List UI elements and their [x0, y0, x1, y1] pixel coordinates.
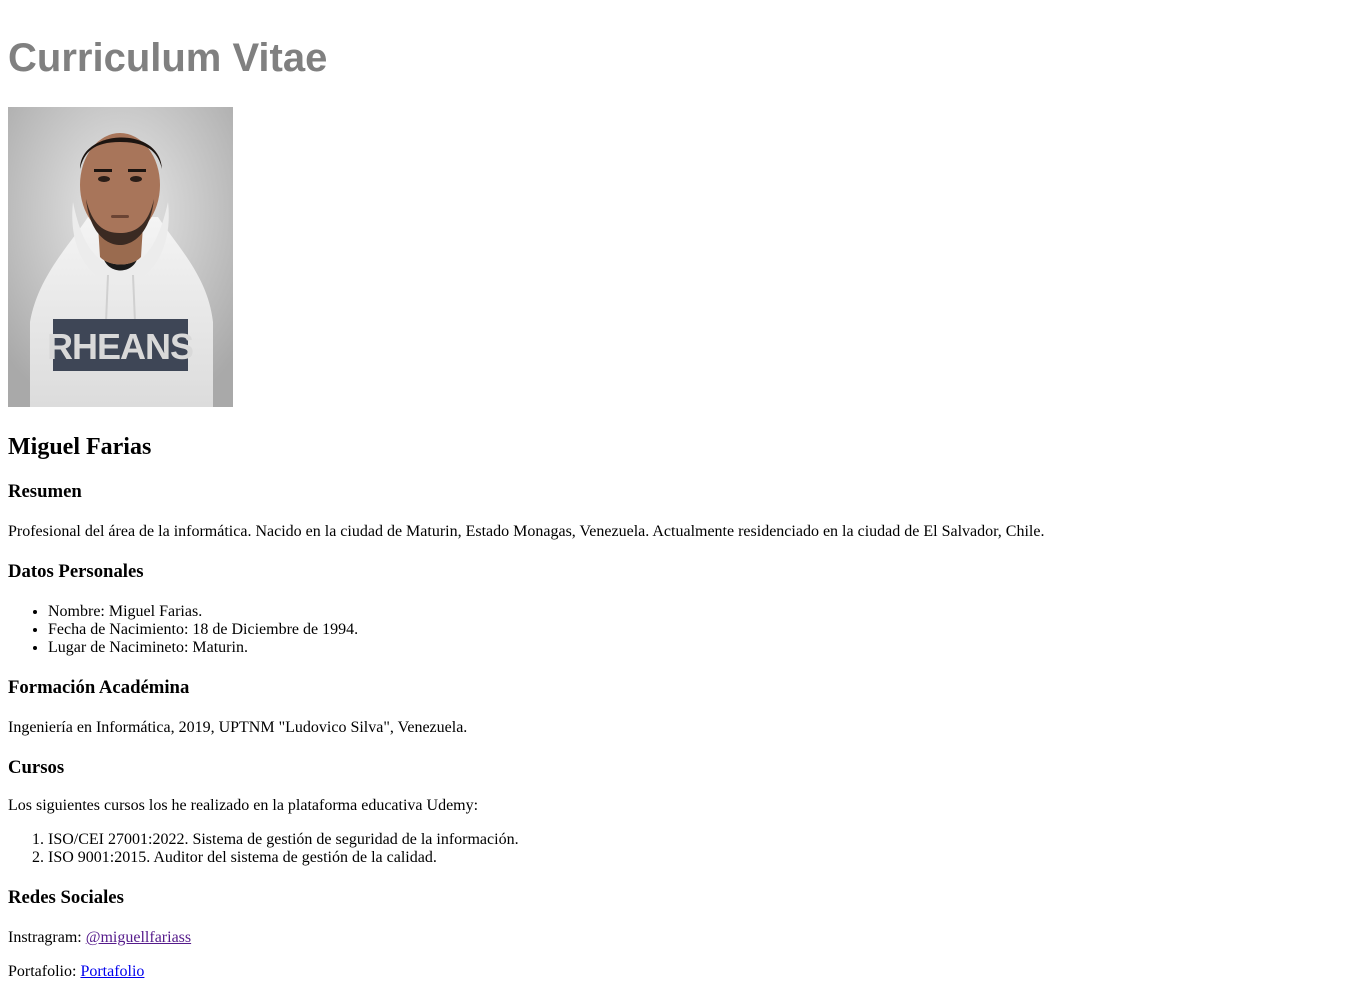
section-heading-cursos: Cursos	[8, 757, 65, 778]
list-item: Fecha de Nacimiento: 18 de Diciembre de …	[48, 621, 1358, 639]
list-item: ISO/CEI 27001:2022. Sistema de gestión d…	[48, 831, 1358, 849]
section-heading-redes: Redes Sociales	[8, 887, 124, 908]
instagram-line: Instragram: @miguellfariass	[8, 929, 1358, 947]
person-name: Miguel Farias	[8, 434, 152, 460]
list-item: ISO 9001:2015. Auditor del sistema de ge…	[48, 849, 1358, 867]
cursos-intro: Los siguientes cursos los he realizado e…	[8, 797, 479, 814]
portfolio-line: Portafolio: Portafolio	[8, 963, 1358, 981]
portfolio-label: Portafolio:	[8, 963, 81, 980]
instagram-link[interactable]: @miguellfariass	[86, 929, 191, 946]
profile-photo: RHEANS	[8, 107, 233, 407]
cursos-list: ISO/CEI 27001:2022. Sistema de gestión d…	[8, 831, 1358, 867]
cv-page: Curriculum Vitae RHEANS Miguel Farias Re…	[0, 0, 1366, 981]
section-heading-datos: Datos Personales	[8, 561, 144, 582]
section-heading-resumen: Resumen	[8, 481, 82, 502]
list-item: Lugar de Nacimineto: Maturin.	[48, 639, 1358, 657]
datos-list: Nombre: Miguel Farias. Fecha de Nacimien…	[8, 603, 1358, 657]
list-item: Nombre: Miguel Farias.	[48, 603, 1358, 621]
instagram-label: Instragram:	[8, 929, 86, 946]
portrait-photo-icon: RHEANS	[8, 107, 233, 407]
portfolio-link[interactable]: Portafolio	[80, 963, 144, 980]
resumen-text: Profesional del área de la informática. …	[8, 523, 1045, 540]
page-title: Curriculum Vitae	[8, 36, 328, 80]
section-heading-formacion: Formación Académina	[8, 677, 190, 698]
shirt-print-text: RHEANS	[47, 326, 193, 367]
formacion-text: Ingeniería en Informática, 2019, UPTNM "…	[8, 719, 468, 736]
